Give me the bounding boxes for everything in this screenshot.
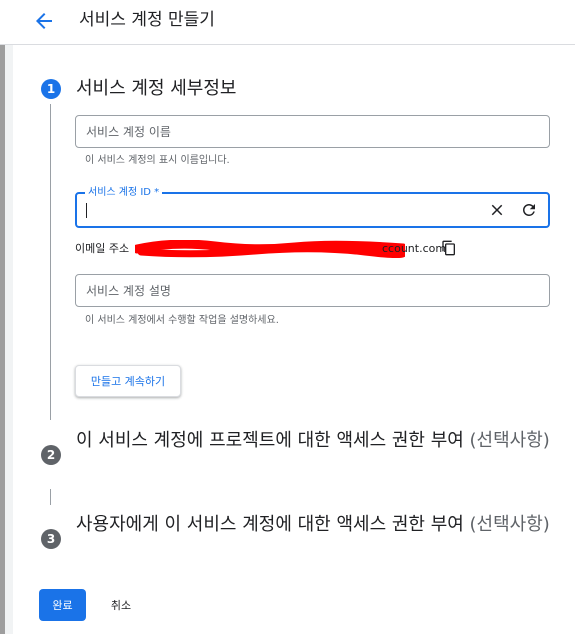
service-account-name-hint: 이 서비스 계정의 표시 이름입니다. [85,155,230,166]
step-3-title[interactable]: 사용자에게 이 서비스 계정에 대한 액세스 권한 부여 (선택사항) [76,512,551,538]
email-suffix: ccount.com [382,242,447,255]
done-button[interactable]: 완료 [39,589,86,621]
step-2-title-text: 이 서비스 계정에 프로젝트에 대한 액세스 권한 부여 [76,430,470,451]
redaction-scribble [135,240,405,258]
service-account-name-field[interactable] [75,115,550,148]
service-account-id-field[interactable]: 서비스 계정 ID * [75,186,550,228]
left-rail-track [5,45,13,634]
create-and-continue-button[interactable]: 만들고 계속하기 [75,365,181,397]
step-2-connector [50,489,51,505]
clear-icon[interactable] [488,201,506,219]
service-account-description-input[interactable] [76,275,549,306]
step-1-title-text: 서비스 계정 세부정보 [76,78,237,99]
email-prefix: 이메일 주소 [75,242,130,255]
text-caret [86,203,87,218]
service-account-id-label: 서비스 계정 ID * [85,186,163,200]
step-3-number: 3 [41,529,61,549]
step-3-title-text: 사용자에게 이 서비스 계정에 대한 액세스 권한 부여 [76,514,470,535]
cancel-button[interactable]: 취소 [100,589,142,621]
step-1-title: 서비스 계정 세부정보 [76,76,236,102]
page-header: 서비스 계정 만들기 [0,0,575,45]
step-2-optional: (선택사항) [469,430,550,451]
service-account-description-field[interactable] [75,274,550,307]
step-3-optional: (선택사항) [469,514,550,535]
page-title: 서비스 계정 만들기 [79,10,215,30]
step-2-title[interactable]: 이 서비스 계정에 프로젝트에 대한 액세스 권한 부여 (선택사항) [76,428,551,454]
copy-icon[interactable] [441,240,457,256]
arrow-back-icon[interactable] [32,9,56,33]
step-1-number: 1 [41,79,61,99]
step-1-connector [50,104,51,420]
service-account-description-hint: 이 서비스 계정에서 수행할 작업을 설명하세요. [85,315,279,326]
step-2-number: 2 [41,445,61,465]
service-account-name-input[interactable] [76,116,549,147]
refresh-icon[interactable] [520,201,538,219]
